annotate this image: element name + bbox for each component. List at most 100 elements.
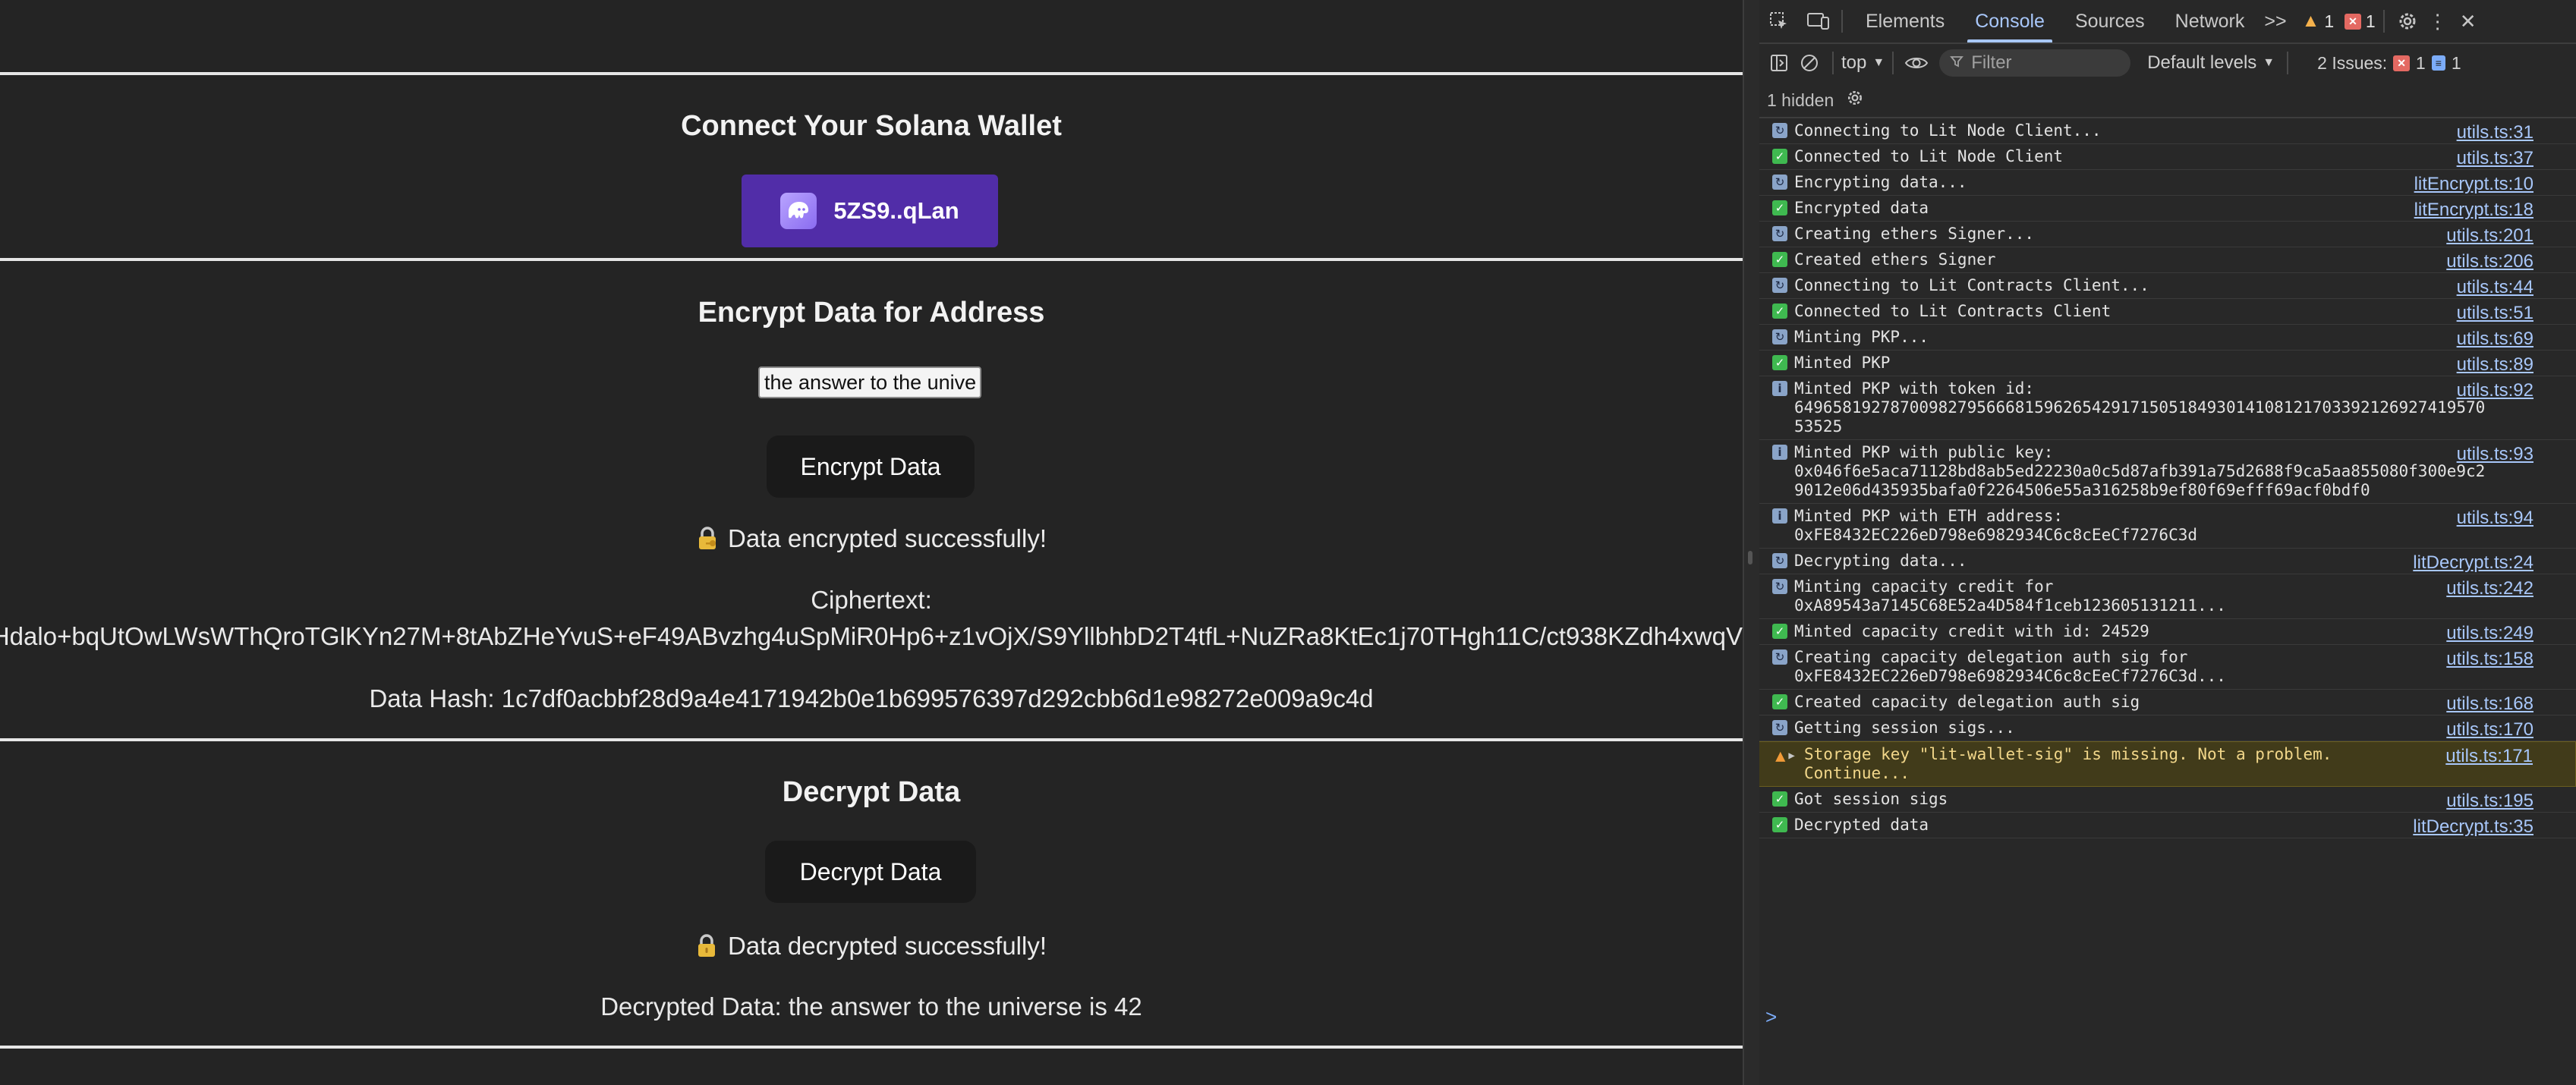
log-message: Minted PKP with ETH address: 0xFE8432EC2… <box>1794 507 2198 544</box>
log-message: Storage key "lit-wallet-sig" is missing.… <box>1804 745 2332 782</box>
sidebar-toggle-icon[interactable] <box>1764 48 1794 78</box>
check-mark-icon: ✓ <box>1765 147 1794 166</box>
filter-funnel-icon <box>1950 52 1964 74</box>
console-log-row: ↻ Minting capacity credit for 0xA89543a71… <box>1758 574 2576 619</box>
log-source-link[interactable]: utils.ts:168 <box>2446 693 2533 715</box>
inspect-element-icon[interactable] <box>1764 6 1794 36</box>
settings-gear-icon[interactable] <box>2392 6 2423 36</box>
log-source-link[interactable]: utils.ts:89 <box>2457 354 2533 376</box>
log-source-link[interactable]: utils.ts:31 <box>2457 122 2533 143</box>
log-source-link[interactable]: utils.ts:92 <box>2457 380 2533 401</box>
console-log-row: i Minted PKP with ETH address: 0xFE8432EC… <box>1758 504 2576 549</box>
tab-sources[interactable]: Sources <box>2060 0 2160 42</box>
context-selector[interactable]: top ▼ <box>1841 52 1885 74</box>
device-toolbar-icon[interactable] <box>1803 6 1834 36</box>
log-source-link[interactable]: utils.ts:93 <box>2457 444 2533 465</box>
log-source-link[interactable]: utils.ts:69 <box>2457 329 2533 350</box>
ciphertext-value: mcHdalo+bqUtOwLWsWThQroTGlKYn27M+8tAbZHe… <box>0 622 1743 650</box>
tab-console[interactable]: Console <box>1960 0 2060 42</box>
check-mark-icon: ✓ <box>1765 693 1794 712</box>
console-messages: ↻ Connecting to Lit Node Client... utils.t… <box>1758 118 2576 1085</box>
console-log-row: ✓ Encrypted data litEncrypt.ts:18 <box>1758 196 2576 222</box>
warning-count: 1 <box>2324 11 2335 31</box>
check-mark-icon: ✓ <box>1765 199 1794 218</box>
log-source-link[interactable]: utils.ts:249 <box>2446 623 2533 644</box>
log-message: Creating ethers Signer... <box>1794 225 2035 243</box>
log-source-link[interactable]: utils.ts:37 <box>2457 148 2533 169</box>
console-log-row: i Minted PKP with token id: 6496581927870… <box>1758 376 2576 440</box>
decrypt-status: Data decrypted successfully! <box>0 932 1743 961</box>
log-source-link[interactable]: litEncrypt.ts:18 <box>2414 200 2533 221</box>
log-source-link[interactable]: utils.ts:158 <box>2446 649 2533 670</box>
info-icon: i <box>1765 379 1794 436</box>
check-mark-icon: ✓ <box>1765 302 1794 321</box>
issues-info-count: 1 <box>2451 52 2461 73</box>
log-source-link[interactable]: utils.ts:44 <box>2457 277 2533 298</box>
log-message: Minting capacity credit for 0xA89543a714… <box>1794 577 2226 615</box>
log-message: Connected to Lit Contracts Client <box>1794 302 2112 320</box>
context-label: top <box>1841 52 1867 73</box>
log-message: Connecting to Lit Node Client... <box>1794 121 2102 140</box>
separator <box>1841 10 1843 33</box>
tab-elements[interactable]: Elements <box>1850 0 1960 42</box>
more-options-icon[interactable]: ⋮ <box>2423 6 2453 36</box>
data-hash: Data Hash: 1c7df0acbbf28d9a4e4171942b0e1… <box>369 684 1374 712</box>
ciphertext-label: Ciphertext: <box>811 586 932 614</box>
log-source-link[interactable]: utils.ts:51 <box>2457 303 2533 324</box>
refresh-icon: ↻ <box>1765 719 1794 737</box>
separator <box>1892 52 1894 74</box>
app-viewport: Connect Your Solana Wallet 5ZS9..qLan En… <box>0 0 1743 1085</box>
decrypt-status-text: Data decrypted successfully! <box>727 932 1047 960</box>
log-source-link[interactable]: utils.ts:94 <box>2457 508 2533 529</box>
log-source-link[interactable]: litEncrypt.ts:10 <box>2414 174 2533 195</box>
devtools-splitter[interactable] <box>1743 0 1759 1085</box>
decrypt-data-button[interactable]: Decrypt Data <box>765 841 976 903</box>
issue-error-icon: ✕ <box>2393 55 2410 71</box>
log-source-link[interactable]: litDecrypt.ts:35 <box>2413 816 2533 838</box>
console-toolbar: top ▼ Filter Default levels ▼ 2 Issues: … <box>1758 44 2576 82</box>
splitter-grip[interactable] <box>1748 551 1752 565</box>
check-mark-icon: ✓ <box>1765 354 1794 373</box>
console-log-row: ↻ Getting session sigs... utils.ts:170 <box>1758 715 2576 741</box>
log-source-link[interactable]: utils.ts:206 <box>2446 251 2533 272</box>
log-source-link[interactable]: utils.ts:171 <box>2445 746 2533 767</box>
log-source-link[interactable]: litDecrypt.ts:24 <box>2413 552 2533 574</box>
console-log-row: ✓ Created ethers Signer utils.ts:206 <box>1758 247 2576 273</box>
refresh-icon: ↻ <box>1765 577 1794 615</box>
encrypt-heading: Encrypt Data for Address <box>698 297 1045 329</box>
check-mark-icon: ✓ <box>1765 622 1794 641</box>
refresh-icon: ↻ <box>1765 225 1794 244</box>
console-settings-gear-icon[interactable] <box>1846 89 1864 112</box>
filter-input[interactable]: Filter <box>1939 49 2131 77</box>
devtools-panel: Elements Console Sources Network >> ▲ 1 … <box>1743 0 2576 1085</box>
live-expression-eye-icon[interactable] <box>1901 48 1932 78</box>
log-message: Minting PKP... <box>1794 328 1929 346</box>
decrypted-data: Decrypted Data: the answer to the univer… <box>600 992 1142 1021</box>
log-levels-dropdown[interactable]: Default levels ▼ <box>2147 52 2275 74</box>
tab-network[interactable]: Network <box>2160 0 2260 42</box>
divider <box>0 738 1743 741</box>
log-message: Created capacity delegation auth sig <box>1794 693 2140 711</box>
decrypt-heading: Decrypt Data <box>782 776 961 808</box>
log-message: Connected to Lit Node Client <box>1794 147 2064 165</box>
devtools-tabbar: Elements Console Sources Network >> ▲ 1 … <box>1758 0 2576 44</box>
filter-placeholder: Filter <box>1971 52 2012 73</box>
log-message: Created ethers Signer <box>1794 250 1996 269</box>
console-log-row: ✓ Minted PKP utils.ts:89 <box>1758 351 2576 376</box>
more-tabs-button[interactable]: >> <box>2260 0 2291 42</box>
log-source-link[interactable]: utils.ts:201 <box>2446 225 2533 247</box>
wallet-address: 5ZS9..qLan <box>833 197 959 224</box>
wallet-connect-button[interactable]: 5ZS9..qLan <box>742 175 998 247</box>
log-source-link[interactable]: utils.ts:170 <box>2446 719 2533 741</box>
encrypt-data-button[interactable]: Encrypt Data <box>767 436 975 498</box>
issues-counter[interactable]: 2 Issues: ✕ 1 ≡ 1 <box>2317 53 2461 74</box>
close-icon[interactable]: ✕ <box>2453 6 2483 36</box>
refresh-icon: ↻ <box>1765 328 1794 347</box>
console-prompt[interactable]: > <box>1765 1005 1777 1029</box>
log-source-link[interactable]: utils.ts:195 <box>2446 791 2533 812</box>
clear-console-icon[interactable] <box>1794 48 1825 78</box>
warnings-badge[interactable]: ▲ 1 <box>2302 11 2335 32</box>
secret-text-input[interactable]: the answer to the unive <box>758 366 981 398</box>
log-source-link[interactable]: utils.ts:242 <box>2446 578 2533 599</box>
errors-badge[interactable]: ✕ 1 <box>2345 11 2376 32</box>
